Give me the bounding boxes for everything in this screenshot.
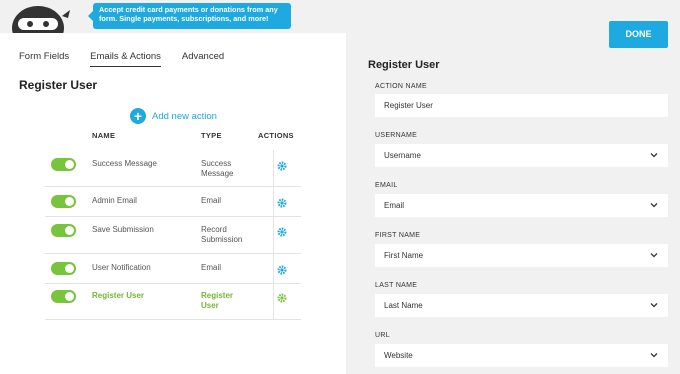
url-select[interactable]: Website: [375, 344, 668, 367]
column-header-type: TYPE: [201, 131, 222, 140]
action-type: Register User: [201, 291, 234, 310]
tab-form-fields[interactable]: Form Fields: [19, 51, 69, 67]
enable-toggle[interactable]: [51, 290, 76, 303]
gear-icon[interactable]: [277, 265, 287, 275]
table-row: Register User Register User: [45, 284, 301, 320]
last-name-value: Last Name: [384, 301, 423, 310]
action-type: Success Message: [201, 159, 234, 178]
tab-advanced[interactable]: Advanced: [182, 51, 224, 67]
email-label: EMAIL: [375, 182, 398, 189]
action-name-input[interactable]: Register User: [375, 94, 668, 117]
column-header-actions: ACTIONS: [258, 131, 294, 140]
ninja-logo-icon: [12, 6, 70, 36]
email-value: Email: [384, 201, 405, 210]
divider: [273, 187, 274, 216]
action-name[interactable]: Register User: [92, 291, 144, 300]
last-name-label: LAST NAME: [375, 282, 418, 289]
panel-title: Register User: [19, 78, 98, 92]
username-value: Username: [384, 151, 421, 160]
divider: [273, 284, 274, 319]
top-bar: Accept credit card payments or donations…: [0, 0, 680, 36]
action-name[interactable]: Save Submission: [92, 225, 154, 234]
gear-icon[interactable]: [277, 161, 287, 171]
table-row: Save Submission Record Submission: [45, 217, 301, 254]
action-name[interactable]: Admin Email: [92, 196, 137, 205]
chevron-down-icon: [650, 353, 658, 358]
action-type: Record Submission: [201, 225, 243, 244]
gear-icon[interactable]: [277, 198, 287, 208]
actions-panel: Form Fields Emails & Actions Advanced Re…: [0, 33, 346, 374]
tab-bar: Form Fields Emails & Actions Advanced: [19, 51, 245, 67]
action-type: Email: [201, 196, 222, 205]
column-header-name: NAME: [92, 131, 116, 140]
username-select[interactable]: Username: [375, 144, 668, 167]
enable-toggle[interactable]: [51, 262, 76, 275]
enable-toggle[interactable]: [51, 158, 76, 171]
action-name-label: ACTION NAME: [375, 83, 427, 90]
last-name-select[interactable]: Last Name: [375, 294, 668, 317]
email-select[interactable]: Email: [375, 194, 668, 217]
chevron-down-icon: [650, 203, 658, 208]
table-row: Admin Email Email: [45, 187, 301, 217]
divider: [273, 254, 274, 283]
enable-toggle[interactable]: [51, 195, 76, 208]
gear-icon[interactable]: [277, 227, 287, 237]
chevron-down-icon: [650, 303, 658, 308]
add-new-action-label: Add new action: [152, 110, 217, 122]
url-label: URL: [375, 332, 390, 339]
chevron-down-icon: [650, 153, 658, 158]
table-row: Success Message Success Message: [45, 150, 301, 187]
divider: [273, 150, 274, 186]
promo-banner[interactable]: Accept credit card payments or donations…: [88, 3, 291, 29]
gear-icon[interactable]: [277, 293, 287, 303]
enable-toggle[interactable]: [51, 224, 76, 237]
first-name-select[interactable]: First Name: [375, 244, 668, 267]
table-row: User Notification Email: [45, 254, 301, 284]
plus-icon: +: [130, 108, 146, 124]
first-name-value: First Name: [384, 251, 424, 260]
first-name-label: FIRST NAME: [375, 232, 421, 239]
action-type: Email: [201, 263, 222, 272]
divider: [273, 217, 274, 253]
url-value: Website: [384, 351, 413, 360]
username-label: USERNAME: [375, 132, 418, 139]
chevron-down-icon: [650, 253, 658, 258]
settings-title: Register User: [368, 59, 440, 71]
action-name-value: Register User: [384, 101, 433, 110]
action-name[interactable]: User Notification: [92, 263, 151, 272]
tab-emails-actions[interactable]: Emails & Actions: [90, 51, 161, 67]
done-button[interactable]: DONE: [609, 21, 668, 48]
add-new-action-button[interactable]: + Add new action: [130, 108, 217, 124]
action-name[interactable]: Success Message: [92, 159, 157, 168]
